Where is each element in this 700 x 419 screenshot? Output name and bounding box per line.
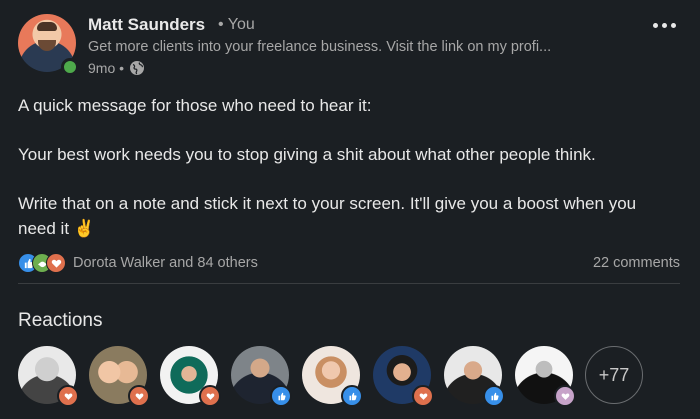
author-headline: Get more clients into your freelance bus… xyxy=(88,39,552,55)
more-reactors-button[interactable]: +77 xyxy=(585,346,643,404)
globe-icon xyxy=(130,61,145,75)
post-text-line: A quick message for those who need to he… xyxy=(18,96,372,115)
connection-degree: • You xyxy=(218,16,255,33)
love-reaction-icon xyxy=(46,253,66,273)
divider xyxy=(18,283,680,284)
victory-hand-emoji: ✌ xyxy=(73,219,95,238)
post-meta: 9mo • xyxy=(88,60,145,76)
reactor-avatar[interactable] xyxy=(373,346,434,407)
more-options-icon[interactable] xyxy=(650,20,678,30)
post-body: A quick message for those who need to he… xyxy=(18,93,678,265)
post-card: Matt Saunders • You Get more clients int… xyxy=(0,0,700,419)
like-badge-icon xyxy=(483,385,505,407)
love-badge-icon xyxy=(199,385,221,407)
reactions-summary-link[interactable]: Dorota Walker and 84 others xyxy=(73,255,258,271)
love-badge-icon xyxy=(57,385,79,407)
reactor-avatar[interactable] xyxy=(231,346,292,407)
support-badge-icon xyxy=(554,385,576,407)
love-badge-icon xyxy=(128,385,150,407)
reactor-avatar[interactable] xyxy=(89,346,150,407)
like-badge-icon xyxy=(341,385,363,407)
post-timestamp: 9mo • xyxy=(88,60,125,76)
author-name[interactable]: Matt Saunders xyxy=(88,15,205,35)
comments-count-link[interactable]: 22 comments xyxy=(593,255,680,271)
reaction-icons[interactable] xyxy=(18,253,68,273)
reactor-avatar[interactable] xyxy=(302,346,363,407)
post-text-line: Write that on a note and stick it next t… xyxy=(18,194,637,238)
reactions-section-title: Reactions xyxy=(18,310,103,331)
online-status-indicator xyxy=(61,58,79,76)
love-badge-icon xyxy=(412,385,434,407)
reactor-avatar[interactable] xyxy=(515,346,576,407)
reactor-avatar[interactable] xyxy=(444,346,505,407)
like-badge-icon xyxy=(270,385,292,407)
post-text-line: Your best work needs you to stop giving … xyxy=(18,145,596,164)
reactor-avatar[interactable] xyxy=(18,346,79,407)
reactor-avatar[interactable] xyxy=(160,346,221,407)
